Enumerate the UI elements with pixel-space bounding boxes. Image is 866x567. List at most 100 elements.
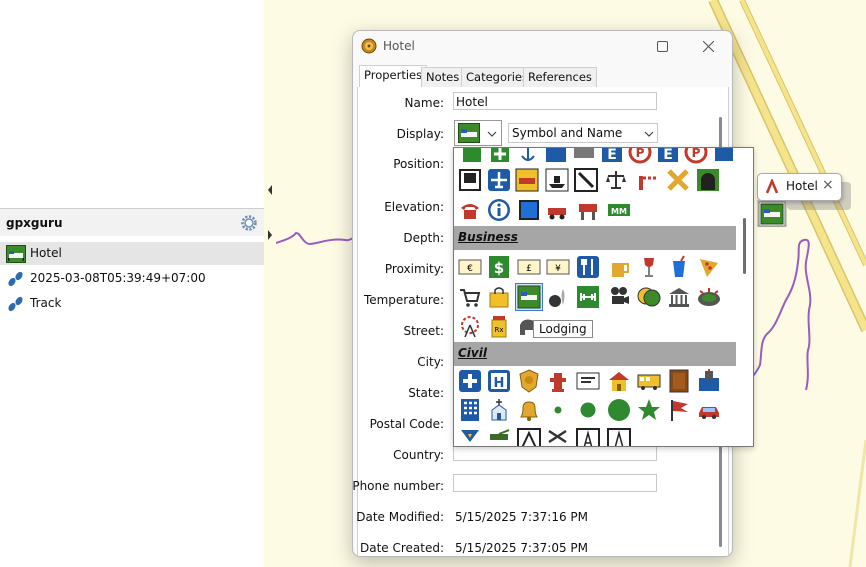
panel-splitter[interactable] xyxy=(264,0,276,567)
ferry-icon[interactable] xyxy=(545,168,569,192)
dot-medium-icon[interactable] xyxy=(576,398,600,422)
truck-icon[interactable] xyxy=(572,147,596,164)
picker-scrollbar[interactable] xyxy=(743,218,746,274)
dot-large-icon[interactable] xyxy=(607,398,631,422)
hospital-h-icon[interactable]: H xyxy=(487,369,511,393)
post-office-icon[interactable] xyxy=(576,369,600,393)
wine-icon[interactable] xyxy=(637,255,661,279)
balloon-close-icon[interactable]: × xyxy=(822,177,834,193)
parking-icon[interactable]: P xyxy=(684,147,708,164)
svg-text:E: E xyxy=(607,147,617,163)
tree-item-track[interactable]: Track xyxy=(0,292,264,315)
category-label: Civil xyxy=(458,346,487,360)
hospital-cross-icon[interactable] xyxy=(458,369,482,393)
name-label: Name: xyxy=(404,96,444,110)
oil-field-icon[interactable] xyxy=(517,428,541,447)
pharmacy-icon[interactable] xyxy=(488,147,512,164)
car-rental-icon[interactable] xyxy=(515,168,539,192)
currency-pound-icon[interactable]: £ xyxy=(517,255,541,279)
category-header-civil: Civil xyxy=(454,342,736,366)
parking-lot-icon[interactable] xyxy=(544,147,568,164)
car-repair-icon[interactable] xyxy=(576,198,600,222)
star-icon[interactable] xyxy=(637,398,661,422)
building-icon[interactable] xyxy=(458,398,482,422)
airport-icon[interactable] xyxy=(487,168,511,192)
gear-icon[interactable] xyxy=(240,214,258,232)
symbol-dropdown[interactable] xyxy=(454,120,502,146)
radio-tower-icon[interactable] xyxy=(576,428,600,447)
toll-road-icon[interactable] xyxy=(574,168,598,192)
pizza-icon[interactable] xyxy=(697,255,721,279)
bar-icon[interactable] xyxy=(607,255,631,279)
maximize-button[interactable] xyxy=(639,31,685,61)
amusement-park-icon[interactable] xyxy=(458,315,482,339)
name-input[interactable]: Hotel xyxy=(453,92,657,110)
tree-item-hotel[interactable]: Hotel xyxy=(0,242,264,265)
square-icon[interactable] xyxy=(517,198,541,222)
tank-icon[interactable] xyxy=(487,428,511,447)
anchor-icon[interactable] xyxy=(516,147,540,164)
collapse-left-arrow-icon[interactable] xyxy=(266,183,274,197)
category-label: Business xyxy=(458,230,518,244)
flag-icon[interactable] xyxy=(667,398,691,422)
car-icon[interactable] xyxy=(697,398,721,422)
currency-euro-icon[interactable]: € xyxy=(458,255,482,279)
e-sign-icon[interactable]: E xyxy=(656,147,680,164)
balloon-label: Hotel xyxy=(786,179,818,193)
residence-icon[interactable] xyxy=(607,369,631,393)
info-icon[interactable] xyxy=(487,198,511,222)
e-sign-icon[interactable]: E xyxy=(600,147,624,164)
library-icon[interactable] xyxy=(667,369,691,393)
tab-properties[interactable]: Properties xyxy=(359,65,428,88)
stadium-icon[interactable] xyxy=(697,285,721,309)
parking-icon[interactable]: P xyxy=(628,147,652,164)
fitness-icon[interactable] xyxy=(576,285,600,309)
fire-hydrant-icon[interactable] xyxy=(546,369,570,393)
tab-notes[interactable]: Notes xyxy=(421,67,465,87)
railway-icon[interactable] xyxy=(458,168,482,192)
school-bus-icon[interactable] xyxy=(637,369,661,393)
tab-references[interactable]: References xyxy=(523,67,597,87)
restaurant-icon[interactable] xyxy=(576,255,600,279)
bell-icon[interactable] xyxy=(517,398,541,422)
fuel-icon[interactable] xyxy=(460,147,484,164)
shopping-cart-icon[interactable] xyxy=(458,285,482,309)
project-title: gpxguru xyxy=(6,216,63,230)
map-waypoint-balloon[interactable]: Hotel × xyxy=(757,173,842,201)
city-hall-icon[interactable] xyxy=(697,369,721,393)
date-modified-value: 5/15/2025 7:37:16 PM xyxy=(455,510,589,524)
display-mode-select[interactable]: Symbol and Name xyxy=(508,123,658,143)
museum-icon[interactable] xyxy=(667,285,691,309)
symbol-picker[interactable]: E P E P MM Business € $ £ ¥ Rx Civil H xyxy=(453,147,754,447)
movie-icon[interactable] xyxy=(607,285,631,309)
tree-item-track-segment[interactable]: 2025-03-08T05:39:49+07:00 xyxy=(0,267,264,290)
tow-truck-icon[interactable] xyxy=(546,198,570,222)
bus-icon[interactable] xyxy=(712,147,736,164)
shopping-bag-icon[interactable] xyxy=(487,285,511,309)
bowling-icon[interactable] xyxy=(546,285,570,309)
scales-icon[interactable] xyxy=(604,168,628,192)
barrier-icon[interactable] xyxy=(636,168,660,192)
dot-small-icon[interactable] xyxy=(546,398,570,422)
police-badge-small-icon[interactable] xyxy=(458,428,482,447)
phone-input[interactable] xyxy=(453,474,657,492)
mile-marker-icon[interactable]: MM xyxy=(607,198,631,222)
pharmacy-bottle-icon[interactable]: Rx xyxy=(487,315,511,339)
transmitter-icon[interactable] xyxy=(607,428,631,447)
currency-yen-icon[interactable]: ¥ xyxy=(546,255,570,279)
country-label: Country: xyxy=(393,448,444,462)
theater-icon[interactable] xyxy=(637,285,661,309)
fast-food-icon[interactable] xyxy=(667,255,691,279)
close-button[interactable] xyxy=(685,31,731,61)
atm-icon[interactable]: $ xyxy=(487,255,511,279)
date-created-value: 5/15/2025 7:37:05 PM xyxy=(455,541,589,555)
police-badge-icon[interactable] xyxy=(517,369,541,393)
phone-icon[interactable] xyxy=(458,198,482,222)
expand-right-arrow-icon[interactable] xyxy=(266,228,274,242)
dialog-titlebar[interactable]: Hotel xyxy=(353,31,732,61)
crossing-icon[interactable] xyxy=(666,168,690,192)
mine-icon[interactable] xyxy=(546,428,570,447)
tunnel-icon[interactable] xyxy=(696,168,720,192)
lodging-icon[interactable] xyxy=(517,285,541,309)
church-icon[interactable] xyxy=(487,398,511,422)
